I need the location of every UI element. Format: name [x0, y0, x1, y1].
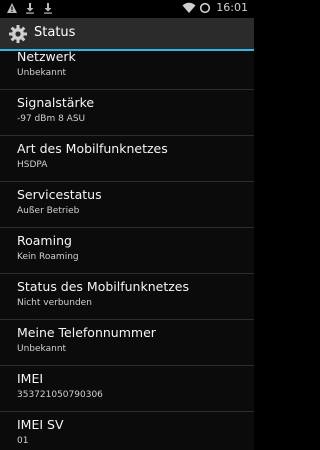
status-list[interactable]: Netzwerk Unbekannt Signalstärke -97 dBm … [0, 51, 254, 450]
list-item-telefonnummer[interactable]: Meine Telefonnummer Unbekannt [0, 320, 254, 366]
item-value: Außer Betrieb [17, 206, 80, 216]
item-value: Unbekannt [17, 68, 67, 78]
status-bar: 16:01 [0, 0, 254, 18]
wifi-icon [182, 2, 196, 14]
item-label: Servicestatus [17, 187, 102, 202]
notification-icons [6, 2, 54, 14]
list-item-servicestatus[interactable]: Servicestatus Außer Betrieb [0, 182, 254, 228]
sync-icon [199, 2, 211, 14]
action-bar: Status [0, 18, 254, 51]
list-item-roaming[interactable]: Roaming Kein Roaming [0, 228, 254, 274]
item-value: Unbekannt [17, 344, 67, 354]
item-label: Art des Mobilfunknetzes [17, 141, 168, 156]
list-item-netzwerk[interactable]: Netzwerk Unbekannt [0, 51, 254, 90]
item-label: IMEI SV [17, 417, 64, 432]
item-label: Meine Telefonnummer [17, 325, 156, 340]
item-value: HSDPA [17, 160, 48, 170]
list-item-imei[interactable]: IMEI 353721050790306 [0, 366, 254, 412]
item-value: -97 dBm 8 ASU [17, 114, 86, 124]
item-label: Signalstärke [17, 95, 95, 110]
list-item-signalstaerke[interactable]: Signalstärke -97 dBm 8 ASU [0, 90, 254, 136]
list-item-imei-sv[interactable]: IMEI SV 01 [0, 412, 254, 450]
item-label: IMEI [17, 371, 44, 386]
item-value: Nicht verbunden [17, 298, 92, 308]
page-title: Status [34, 25, 76, 40]
system-icons: 16:01 [182, 1, 248, 14]
list-item-netzstatus[interactable]: Status des Mobilfunknetzes Nicht verbund… [0, 274, 254, 320]
item-label: Status des Mobilfunknetzes [17, 279, 189, 294]
gear-icon[interactable] [8, 24, 28, 44]
clock: 16:01 [216, 1, 248, 14]
download-icon [42, 2, 54, 14]
download-icon [24, 2, 36, 14]
item-value: 353721050790306 [17, 390, 103, 400]
item-label: Roaming [17, 233, 72, 248]
item-value: Kein Roaming [17, 252, 79, 262]
warning-icon [6, 2, 18, 14]
list-item-netztyp[interactable]: Art des Mobilfunknetzes HSDPA [0, 136, 254, 182]
item-value: 01 [17, 436, 29, 446]
item-label: Netzwerk [17, 51, 76, 64]
